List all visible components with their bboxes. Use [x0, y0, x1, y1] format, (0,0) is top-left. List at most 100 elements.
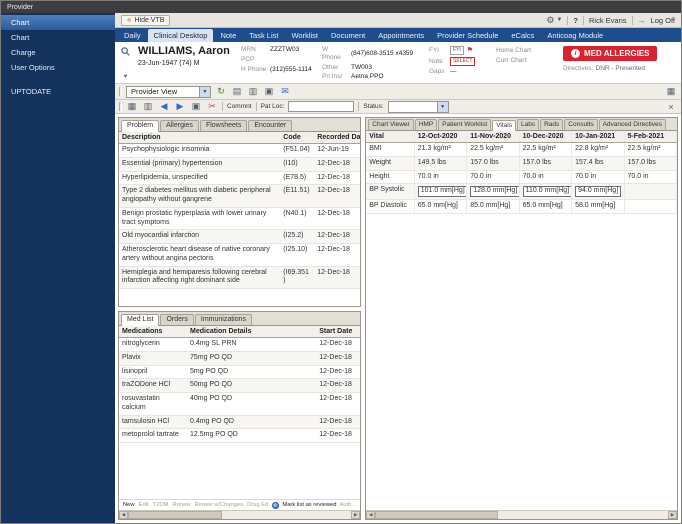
patient-name[interactable]: WILLIAMS, Aaron: [138, 45, 234, 57]
horizontal-scrollbar[interactable]: ◀ ▶: [366, 510, 677, 519]
scrollbar-track[interactable]: [128, 511, 352, 519]
refresh-icon[interactable]: ↻: [215, 86, 227, 98]
panel-layout-icon[interactable]: ▦: [665, 86, 677, 98]
worklist-icon[interactable]: ▤: [231, 86, 243, 98]
directives-value[interactable]: DNR - Presented: [596, 65, 646, 72]
medication-row[interactable]: rosuvastatin calcium 40mg PO QD 12-Dec-18: [119, 392, 361, 416]
action-t2dm[interactable]: T2DM: [153, 502, 169, 508]
vital-row[interactable]: BP Diastolic 65.0 mm[Hg] 85.0 mm[Hg] 65.0 m…: [366, 199, 677, 214]
problems-tab-encounter[interactable]: Encounter: [248, 120, 293, 132]
mail-icon[interactable]: ✉: [279, 86, 291, 98]
view-selector-dropdown[interactable]: Provider View ▼: [126, 85, 211, 98]
nav-tab-task-list[interactable]: Task List: [243, 29, 284, 42]
vital-row[interactable]: BMI 21.3 kg/m² 22.5 kg/m² 22.5 kg/m² 22.8 kg…: [366, 142, 677, 157]
pat-loc-input[interactable]: [288, 101, 355, 113]
problem-row[interactable]: Atherosclerotic heart disease of native …: [119, 243, 361, 267]
problem-row[interactable]: Hyperlipidemia, unspecified (E78.5) 12-Dec…: [119, 171, 361, 186]
nav-tab-note[interactable]: Note: [214, 29, 242, 42]
vital-row[interactable]: BP Systolic 101.0 mm[Hg] 128.0 mm[Hg] 110.0…: [366, 183, 677, 201]
status-dropdown[interactable]: ▼: [387, 100, 449, 113]
chartviewer-tab-advanced-directives[interactable]: Advanced Directives: [598, 119, 666, 131]
problem-row[interactable]: Essential (primary) hypertension (I10) 12-…: [119, 157, 361, 172]
horizontal-scrollbar[interactable]: ◀ ▶: [119, 510, 361, 519]
problem-row[interactable]: Psychophysiologic insomnia (F51.04) 12-Jun…: [119, 143, 361, 158]
sidebar-item-chart[interactable]: Chart: [1, 30, 115, 45]
action-renew[interactable]: Renew: [172, 502, 190, 508]
hide-vtb-button[interactable]: « Hide VTB: [121, 14, 171, 26]
link-curr-chart[interactable]: Curr Chart: [496, 57, 538, 64]
medication-row[interactable]: Plavix 75mg PO QD 12-Dec-18: [119, 351, 361, 366]
nav-tab-provider-schedule[interactable]: Provider Schedule: [431, 29, 504, 42]
expand-banner-chevron-icon[interactable]: ▼: [123, 74, 129, 80]
sidebar-item-user-options[interactable]: User Options: [1, 60, 115, 75]
problems-tab-allergies[interactable]: Allergies: [160, 120, 199, 132]
scroll-left-button[interactable]: ◀: [366, 511, 376, 519]
print-icon[interactable]: ▣: [263, 86, 275, 98]
problem-row[interactable]: Benign prostatic hyperplasia with lower …: [119, 207, 361, 231]
medication-row[interactable]: lisinopril 5mg PO QD 12-Dec-18: [119, 365, 361, 380]
nav-tab-ecalcs[interactable]: eCalcs: [505, 29, 540, 42]
gear-icon[interactable]: ⚙: [546, 15, 554, 25]
problems-tab-flowsheets[interactable]: Flowsheets: [199, 120, 248, 132]
toolbar-grip[interactable]: [119, 87, 122, 97]
calendar-icon[interactable]: ▦: [126, 101, 138, 113]
nav-tab-appointments[interactable]: Appointments: [372, 29, 430, 42]
problem-row[interactable]: Type 2 diabetes mellitus with diabetic p…: [119, 184, 361, 208]
document-icon[interactable]: ▣: [190, 101, 202, 113]
scroll-left-button[interactable]: ◀: [119, 511, 128, 519]
meds-tab-immunizations[interactable]: Immunizations: [194, 314, 253, 326]
chartviewer-tab-hmp[interactable]: HMP: [414, 119, 438, 131]
sidebar-item-charge[interactable]: Charge: [1, 45, 115, 60]
meds-tab-med-list[interactable]: Med List: [121, 314, 160, 327]
current-user[interactable]: Rick Evans: [589, 16, 627, 25]
vital-row[interactable]: Weight 149.5 lbs 157.0 lbs 157.0 lbs 157.4 l…: [366, 156, 677, 171]
problem-row[interactable]: Hemiplegia and hemiparesis following cer…: [119, 266, 361, 290]
dropdown-arrow-icon[interactable]: ▼: [436, 101, 448, 112]
forward-icon[interactable]: ▶: [174, 101, 186, 113]
medication-row[interactable]: nitroglycerin 0.4mg SL PRN 12-Dec-18: [119, 337, 361, 352]
chartviewer-tab-consults[interactable]: Consults: [564, 119, 598, 131]
medication-row[interactable]: metoprolol tartrate 12.5mg PO QD 12-Dec-18: [119, 428, 361, 444]
action-drug-ed[interactable]: Drug Ed: [247, 502, 268, 508]
chartviewer-tab-labs[interactable]: Labs: [517, 119, 540, 131]
action-renew-w-changes[interactable]: Renew w/Changes: [194, 502, 243, 508]
medication-row[interactable]: traZODone HCl 50mg PO QD 12-Dec-18: [119, 378, 361, 394]
action-new[interactable]: New: [123, 502, 135, 508]
chartviewer-tab-patient-worklist[interactable]: Patient Worklist: [438, 119, 492, 131]
gear-caret-icon[interactable]: ▼: [556, 17, 562, 23]
dropdown-arrow-icon[interactable]: ▼: [199, 86, 210, 97]
chartviewer-tab-vitals[interactable]: Vitals: [492, 120, 516, 132]
problem-row[interactable]: Old myocardial infarction (I25.2) 12-Dec-1…: [119, 229, 361, 245]
back-icon[interactable]: ◀: [158, 101, 170, 113]
fyi-value-box[interactable]: FYI: [450, 46, 464, 55]
meds-tab-orders[interactable]: Orders: [160, 314, 194, 326]
action-mark-list-as-reviewed[interactable]: Mark list as reviewed: [282, 502, 336, 508]
patient-search-icon[interactable]: [121, 47, 130, 56]
nav-tab-anticoag-module[interactable]: Anticoag Module: [541, 29, 609, 42]
nav-tab-document[interactable]: Document: [325, 29, 371, 42]
problems-tab-problem[interactable]: Problem: [121, 120, 160, 133]
nav-tab-worklist[interactable]: Worklist: [285, 29, 324, 42]
vital-row[interactable]: Height 70.0 in 70.0 in 70.0 in 70.0 in 70.0 i…: [366, 170, 677, 185]
scroll-right-button[interactable]: ▶: [668, 511, 677, 519]
med-allergies-badge[interactable]: i MED ALLERGIES: [563, 46, 658, 61]
logoff-button[interactable]: Log Off: [651, 16, 675, 25]
help-button[interactable]: ?: [573, 16, 578, 25]
chartviewer-tab-chart-viewer[interactable]: Chart Viewer: [368, 119, 414, 131]
scrollbar-thumb[interactable]: [375, 511, 499, 519]
link-home-chart[interactable]: Home Chart: [496, 47, 538, 54]
scrollbar-track[interactable]: [375, 511, 668, 519]
sidebar-item-chart[interactable]: Chart: [1, 15, 115, 30]
nav-tab-daily[interactable]: Daily: [118, 29, 147, 42]
sidebar-item-uptodate[interactable]: UPTODATE: [1, 84, 115, 99]
note-select-button[interactable]: SELECT: [450, 57, 476, 66]
chartviewer-tab-rads[interactable]: Rads: [540, 119, 564, 131]
scrollbar-thumb[interactable]: [128, 511, 222, 519]
nav-tab-clinical-desktop[interactable]: Clinical Desktop: [147, 29, 214, 42]
medication-row[interactable]: tamsulosin HCl 0.4mg PO QD 12-Dec-18: [119, 415, 361, 430]
action-auth[interactable]: Auth...: [340, 502, 357, 508]
scissors-icon[interactable]: ✂: [206, 101, 218, 113]
close-icon[interactable]: ×: [665, 101, 677, 113]
toolbar-grip[interactable]: [119, 102, 122, 112]
scroll-right-button[interactable]: ▶: [351, 511, 361, 519]
